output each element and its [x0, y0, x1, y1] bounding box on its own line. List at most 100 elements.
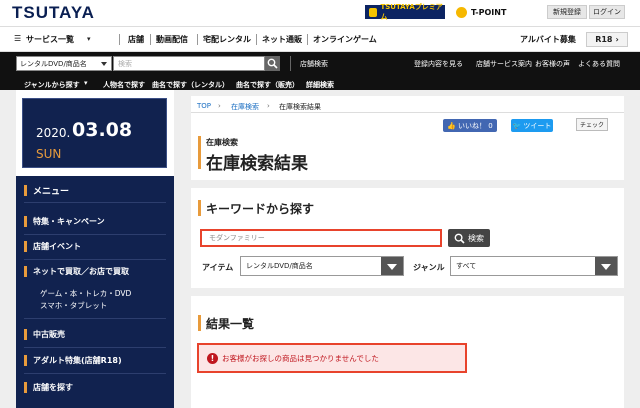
genre-search-link[interactable]: ジャンルから探す	[24, 80, 80, 90]
nav-divider	[150, 34, 151, 45]
nav-job[interactable]: アルバイト募集	[520, 34, 576, 45]
account-link[interactable]: 登録内容を見る	[414, 59, 463, 69]
tsutaya-logo[interactable]: TSUTAYA	[12, 3, 95, 23]
menu-title: メニュー	[24, 184, 69, 197]
like-button[interactable]: 👍 いいね！ 0	[443, 119, 497, 132]
nav-divider	[307, 34, 308, 45]
title-accent	[198, 136, 201, 169]
tweet-button[interactable]: 🐦 ツイート	[511, 119, 553, 132]
nav-delivery-rental[interactable]: 宅配レンタル	[203, 34, 251, 45]
song-rental-search-link[interactable]: 曲名で探す（レンタル）	[152, 80, 229, 90]
breadcrumb-top[interactable]: TOP	[197, 102, 211, 110]
menu-title-label: メニュー	[33, 187, 70, 197]
nav-divider	[119, 34, 120, 45]
search-icon	[454, 233, 465, 244]
menu-marker	[24, 266, 27, 277]
song-sale-search-link[interactable]: 曲名で探す（販売）	[236, 80, 299, 90]
login-button[interactable]: ログイン	[589, 5, 625, 19]
menu-divider	[24, 234, 166, 235]
menu-divider	[24, 202, 166, 203]
divider	[290, 56, 291, 71]
menu-marker	[24, 185, 27, 196]
menu-divider	[24, 318, 166, 319]
search-input[interactable]: 検索	[113, 56, 265, 71]
sidebar-item-label: 中古販売	[33, 330, 65, 339]
store-search-link[interactable]: 店舗検索	[300, 59, 328, 69]
date-box: 2020. 03.08 SUN	[22, 98, 167, 168]
breadcrumb: TOP › 在庫検索 › 在庫検索結果	[191, 96, 624, 113]
section-accent	[198, 315, 201, 331]
breadcrumb-current: 在庫検索結果	[279, 103, 321, 111]
main-nav: ☰ サービス一覧 ▾ 店舗 動画配信 宅配レンタル ネット通販 オンラインゲーム…	[0, 26, 640, 52]
tpoint-label: T-POINT	[471, 7, 507, 17]
sidebar-item-find-store[interactable]: 店舗を探す	[24, 382, 73, 393]
check-button[interactable]: チェック	[576, 118, 608, 131]
nav-online-game[interactable]: オンラインゲーム	[313, 34, 377, 45]
person-search-link[interactable]: 人物名で探す	[103, 80, 145, 90]
r18-button[interactable]: R18 ›	[586, 32, 628, 47]
date-month-day: 03.08	[72, 119, 133, 141]
sidebar-item-campaign[interactable]: 特集・キャンペーン	[24, 216, 105, 227]
premium-banner[interactable]: TSUTAYAプレミアム	[365, 3, 445, 21]
sidebar-item-label: 店舗を探す	[33, 383, 73, 392]
search-bar: レンタルDVD/商品名 検索 店舗検索 登録内容を見る 店舗サービス案内 お客様…	[0, 52, 640, 90]
sidebar-item-label: アダルト特集(店舗R18)	[33, 356, 122, 365]
genre-label: ジャンル	[413, 263, 445, 272]
thumbs-up-icon: 👍	[447, 121, 457, 130]
sidebar-item-events[interactable]: 店舗イベント	[24, 241, 81, 252]
breadcrumb-stock[interactable]: 在庫検索	[231, 102, 259, 112]
faq-link[interactable]: よくある質問	[578, 59, 620, 69]
menu-marker	[24, 382, 27, 393]
page-subtitle: 在庫検索	[206, 138, 238, 147]
chevron-down-icon	[595, 257, 617, 275]
menu-marker	[24, 241, 27, 252]
tpoint-link[interactable]: T-POINT	[456, 5, 536, 19]
no-results-alert: ! お客様がお探しの商品は見つかりませんでした	[197, 343, 467, 373]
nav-streaming[interactable]: 動画配信	[156, 34, 188, 45]
alert-icon: !	[207, 352, 218, 364]
search-icon	[267, 58, 278, 69]
no-results-message: お客様がお探しの商品は見つかりませんでした	[222, 353, 379, 363]
section-accent	[198, 200, 201, 216]
sidebar-item-label: 特集・キャンペーン	[33, 217, 105, 226]
keyword-input[interactable]: モダンファミリー	[200, 229, 442, 247]
sidebar-menu: メニュー 特集・キャンペーン 店舗イベント ネットで買取／お店で買取 ゲーム・本…	[16, 176, 174, 408]
advanced-search-link[interactable]: 詳細検索	[306, 80, 334, 90]
item-select[interactable]: レンタルDVD/商品名	[240, 256, 404, 276]
page-title: 在庫検索結果	[206, 154, 308, 174]
results-heading: 結果一覧	[206, 317, 255, 331]
signup-button[interactable]: 新規登録	[547, 5, 587, 19]
nav-divider	[197, 34, 198, 45]
nav-store[interactable]: 店舗	[128, 34, 144, 45]
sidebar-subitem-smartphone[interactable]: スマホ・タブレット	[40, 300, 107, 311]
genre-select-value: すべて	[456, 262, 477, 270]
sidebar: 2020. 03.08 SUN メニュー 特集・キャンペーン 店舗イベント ネッ…	[16, 90, 174, 408]
top-bar: TSUTAYA TSUTAYAプレミアム T-POINT 新規登録 ログイン	[0, 0, 640, 26]
menu-divider	[24, 259, 166, 260]
keyword-heading: キーワードから探す	[206, 202, 315, 216]
sidebar-item-buyback[interactable]: ネットで買取／お店で買取	[24, 266, 129, 277]
nav-divider	[256, 34, 257, 45]
nav-online-shop[interactable]: ネット通販	[262, 34, 302, 45]
like-label: いいね！ 0	[458, 121, 493, 130]
menu-marker	[24, 216, 27, 227]
customer-voice-link[interactable]: お客様の声	[535, 59, 570, 69]
keyword-search-button[interactable]: 検索	[448, 229, 490, 247]
sidebar-item-adult[interactable]: アダルト特集(店舗R18)	[24, 355, 122, 366]
sidebar-item-used[interactable]: 中古販売	[24, 329, 65, 340]
menu-divider	[24, 347, 166, 348]
premium-icon	[369, 7, 378, 17]
menu-icon[interactable]: ☰	[14, 34, 21, 43]
item-select-value: レンタルDVD/商品名	[246, 262, 313, 270]
sidebar-subitem-games[interactable]: ゲーム・本・トレカ・DVD	[40, 288, 131, 299]
search-button[interactable]	[265, 56, 280, 71]
chevron-down-icon	[101, 62, 107, 66]
premium-label: TSUTAYAプレミアム	[380, 3, 443, 21]
item-label: アイテム	[202, 263, 234, 272]
menu-divider	[24, 373, 166, 374]
genre-select[interactable]: すべて	[450, 256, 618, 276]
store-service-link[interactable]: 店舗サービス案内	[476, 59, 532, 69]
chevron-down-icon: ▾	[84, 79, 88, 87]
nav-service-list[interactable]: サービス一覧	[26, 34, 74, 45]
category-select[interactable]: レンタルDVD/商品名	[16, 56, 112, 71]
